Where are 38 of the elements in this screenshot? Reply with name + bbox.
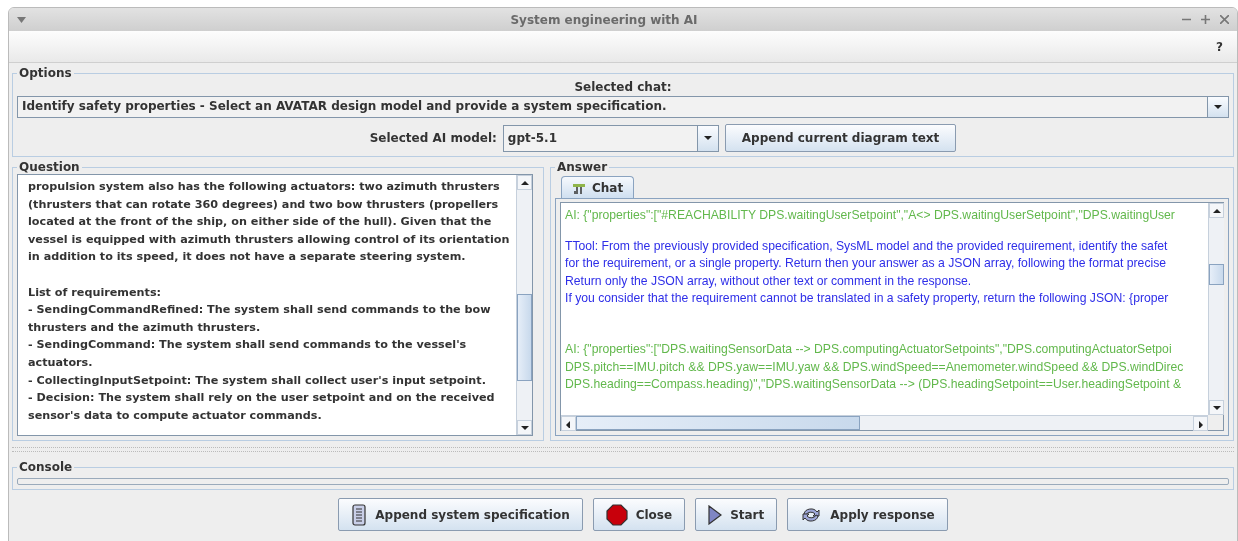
- vertical-scrollbar[interactable]: [1208, 203, 1224, 415]
- scroll-up-icon[interactable]: [1211, 206, 1222, 215]
- section-title: Console: [18, 460, 74, 474]
- ai-message: AI: {"properties":["DPS.waitingSensorData --> DPS.computingActuatorSetpoints","DPS.computingActuatorSetpoi DPS.pitch==IMU.pitch && DPS.yaw==IMU.yaw && DPS.windSpeed==Anemometer.windSpeed && DPS.windDirec DPS.heading==Compass.heading)","DPS.waitingSensorData --> (DPS.headingSetpoint==User.headingSetpoint &: [565, 340, 1185, 394]
- window-menu-icon[interactable]: [17, 16, 26, 23]
- action-button[interactable]: Append system specification: [338, 498, 583, 531]
- scroll-down-icon[interactable]: [1211, 403, 1222, 412]
- scroll-down-icon[interactable]: [519, 423, 530, 432]
- dropdown-arrow-icon[interactable]: [1213, 103, 1223, 111]
- maximize-icon[interactable]: [1201, 15, 1210, 24]
- window-title: System engineering with AI: [509, 12, 699, 27]
- chat-label: Selected chat:: [574, 80, 672, 94]
- vertical-scrollbar[interactable]: [516, 175, 532, 435]
- dropdown-arrow-icon[interactable]: [702, 134, 713, 142]
- horizontal-scrollbar[interactable]: [561, 415, 1208, 430]
- section-title: Answer: [556, 160, 609, 174]
- action-button[interactable]: Apply response: [787, 498, 948, 531]
- tool-message: TTool: From the previously provided specification, SysML model and the provided requirement, identify the safet for the requirement, or a single property. Return then your answer as a JSON array, following the format precise Return only the JSON array, without other text or comment in the response. If you consider that the requirement cannot be translated in a safety property, return the following JSON: {proper: [565, 237, 1170, 308]
- section-title: Options: [18, 66, 73, 80]
- scrollbar-thumb[interactable]: [517, 293, 532, 381]
- section-title: Question: [18, 160, 81, 174]
- stop-icon: [605, 503, 628, 526]
- help-menu[interactable]: ?: [1216, 39, 1223, 54]
- action-button[interactable]: Start: [695, 498, 778, 531]
- close-icon[interactable]: [1220, 15, 1229, 24]
- answer-text-area[interactable]: [560, 202, 1224, 431]
- scroll-up-icon[interactable]: [519, 178, 530, 187]
- append-diagram-button[interactable]: Append current diagram text: [724, 124, 957, 152]
- chat-dropdown[interactable]: Identify safety properties - Select an AVATAR design model and provide a system specification.: [17, 96, 1229, 118]
- model-dropdown[interactable]: gpt-5.1: [502, 124, 719, 152]
- chat-tab[interactable]: Chat: [561, 176, 635, 198]
- action-button[interactable]: Close: [592, 498, 686, 531]
- play-icon: [708, 504, 723, 525]
- scroll-icon: [351, 503, 368, 526]
- ai-message: AI: {"properties":["#REACHABILITY DPS.waitingUserSetpoint","A<> DPS.waitingUserSetpoint","DPS.waitingUser: [565, 207, 1176, 224]
- scrollbar-thumb[interactable]: [576, 416, 860, 430]
- model-label: Selected AI model:: [369, 131, 497, 145]
- scrollbar-thumb[interactable]: [1209, 263, 1224, 286]
